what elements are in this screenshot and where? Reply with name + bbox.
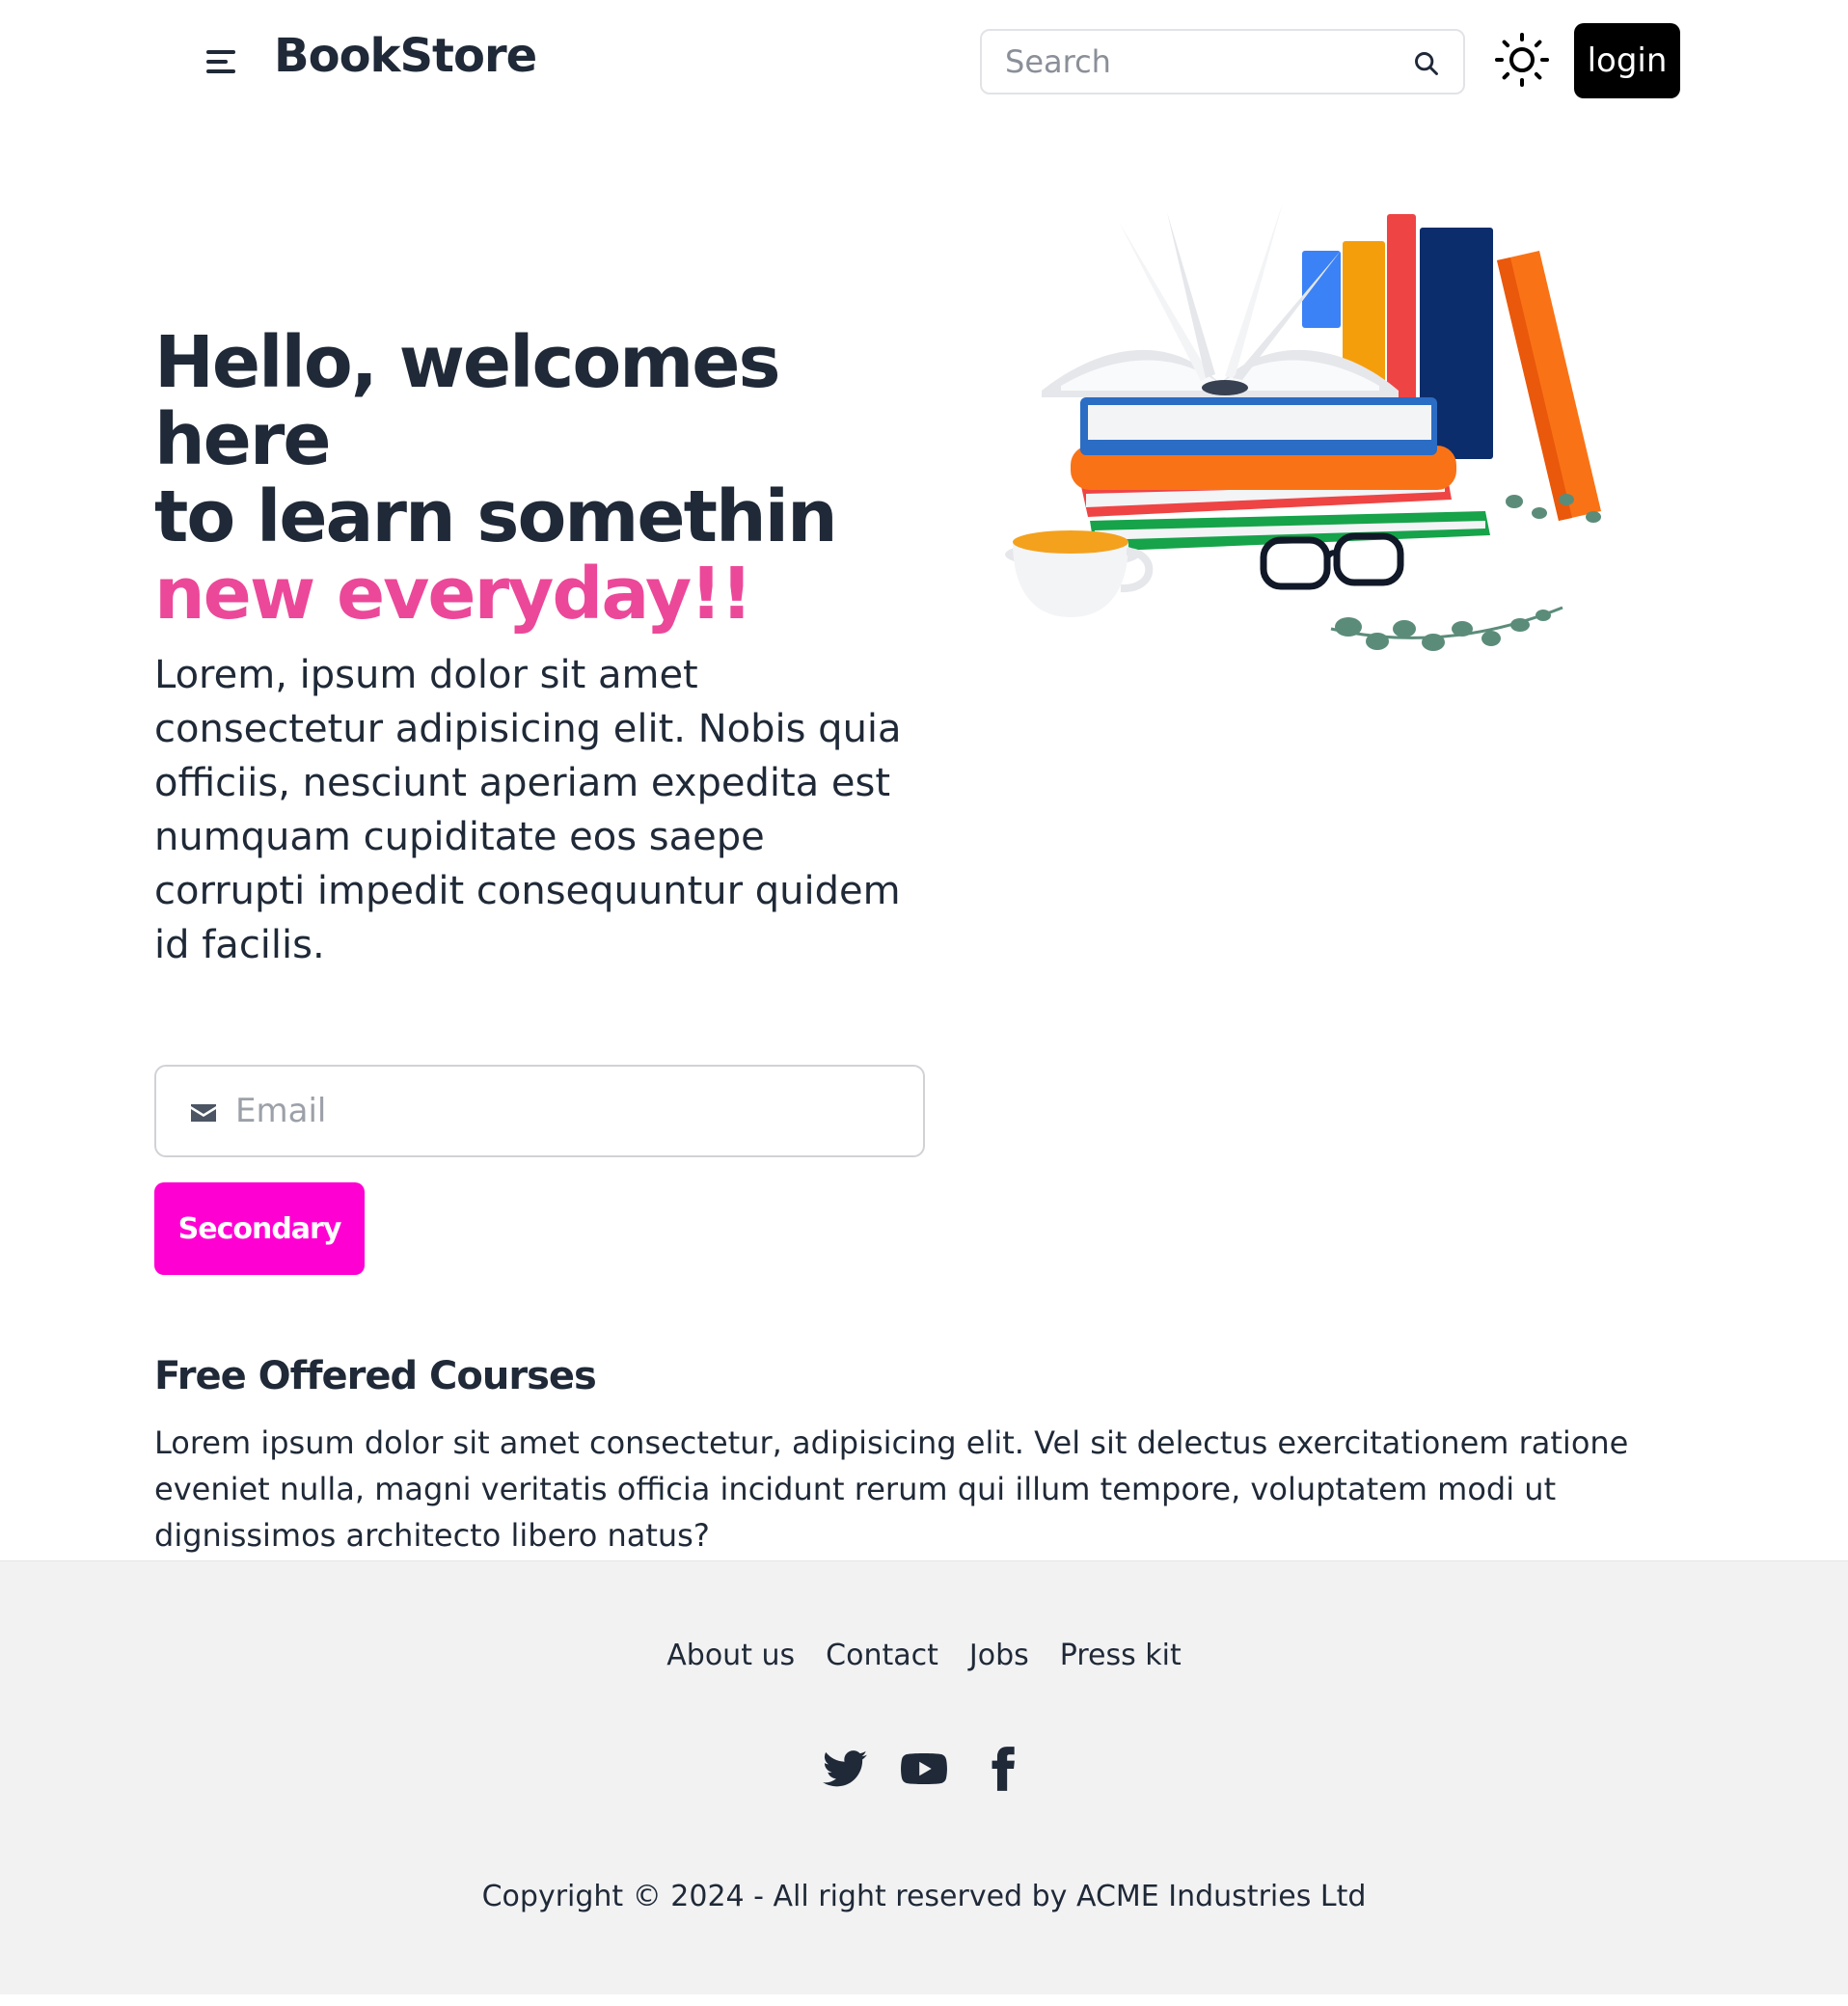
search-icon[interactable] [1413, 50, 1440, 77]
hero-description: Lorem, ipsum dolor sit amet consectetur … [154, 653, 902, 967]
courses-description: Lorem ipsum dolor sit amet consectetur, … [154, 1424, 1629, 1554]
footer-link-contact[interactable]: Contact [826, 1639, 938, 1672]
menu-icon[interactable] [203, 46, 241, 77]
hero-title-line-1: Hello, welcomes here [154, 321, 781, 481]
footer-link-jobs[interactable]: Jobs [969, 1639, 1029, 1672]
envelope-icon [191, 1104, 216, 1122]
email-field[interactable] [235, 1067, 901, 1155]
books-illustration [1005, 203, 1601, 651]
facebook-icon[interactable] [979, 1745, 1027, 1793]
youtube-icon[interactable] [900, 1745, 948, 1793]
hero-title: Hello, welcomes here to learn somethin n… [154, 324, 945, 633]
secondary-button[interactable]: Secondary [154, 1182, 365, 1275]
brand-logo[interactable]: BookStore [274, 29, 537, 83]
hero-title-accent: new everyday!! [154, 553, 753, 636]
courses-title: Free Offered Courses [154, 1354, 597, 1398]
search-box [980, 29, 1465, 95]
twitter-icon[interactable] [821, 1745, 869, 1793]
navbar: BookStore login [0, 0, 1848, 123]
social-links [0, 1745, 1848, 1793]
footer-link-about[interactable]: About us [666, 1639, 795, 1672]
copyright-text: Copyright © 2024 - All right reserved by… [481, 1880, 1367, 1913]
hero-title-line-2: to learn somethin [154, 475, 838, 558]
footer-link-press-kit[interactable]: Press kit [1060, 1639, 1182, 1672]
sun-icon[interactable] [1493, 31, 1551, 89]
footer-nav: About us Contact Jobs Press kit [0, 1639, 1848, 1672]
email-field-wrapper [154, 1065, 925, 1157]
footer: About us Contact Jobs Press kit Copyrigh… [0, 1560, 1848, 1994]
login-button[interactable]: login [1574, 23, 1680, 98]
search-input[interactable] [982, 31, 1387, 93]
